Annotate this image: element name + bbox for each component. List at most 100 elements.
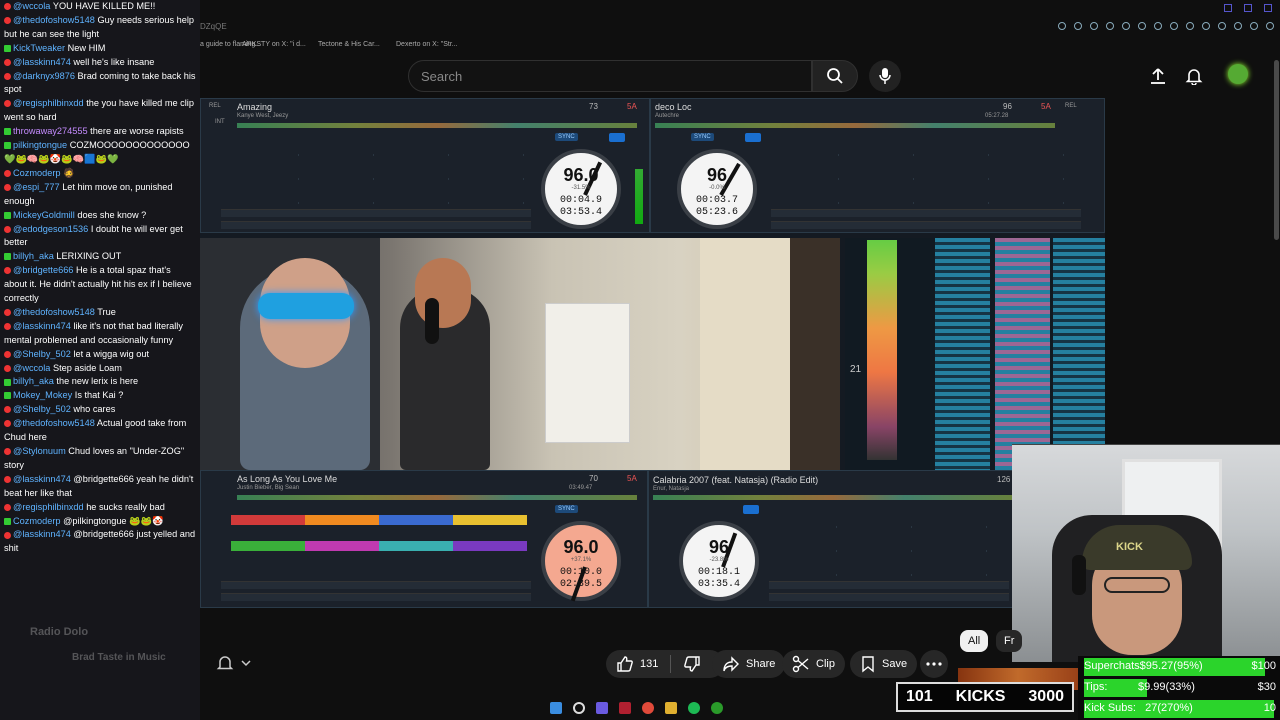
video-player[interactable]: REL INT Amazing Kanye West, Jeezy 73 5A …: [200, 98, 1105, 608]
notifications-button[interactable]: [1182, 64, 1206, 88]
deck-a-overview-waveform[interactable]: [237, 123, 637, 128]
like-dislike-group[interactable]: 131: [606, 650, 724, 678]
extension-icon[interactable]: [1218, 22, 1226, 30]
deck-c-jog-wheel[interactable]: 96.0 +37.1% 00:10.0 02:39.5: [541, 521, 621, 602]
deck-a-beatjump-bar[interactable]: [221, 221, 531, 229]
deck-d-beatjump-bar[interactable]: [769, 593, 1009, 601]
app-icon[interactable]: [619, 702, 631, 714]
deck-d-overview-waveform[interactable]: [653, 495, 1013, 500]
deck-d-loop-bar[interactable]: [769, 581, 1009, 589]
chat-username[interactable]: pilkingtongue: [13, 140, 67, 150]
chat-username[interactable]: @Stylonuum: [13, 446, 66, 456]
chat-username[interactable]: billyh_aka: [13, 376, 54, 386]
chat-username[interactable]: @edodgeson1536: [13, 224, 88, 234]
discord-icon[interactable]: [596, 702, 608, 714]
chat-username[interactable]: Cozmoderp: [13, 516, 61, 526]
chat-username[interactable]: @darknyx9876: [13, 71, 75, 81]
chat-username[interactable]: @wccola: [13, 1, 50, 11]
chat-username[interactable]: @lasskinn474: [13, 321, 71, 331]
chat-username[interactable]: @Shelby_502: [13, 404, 71, 414]
save-button[interactable]: Save: [850, 650, 918, 678]
extension-icon[interactable]: [1122, 22, 1130, 30]
search-icon[interactable]: [573, 702, 585, 714]
waveform-panel[interactable]: 21: [845, 238, 1105, 470]
search-button[interactable]: [812, 60, 858, 92]
chat-username[interactable]: @wccola: [13, 363, 50, 373]
deck-b-overview-waveform[interactable]: [655, 123, 1055, 128]
deck-d-play-button[interactable]: [743, 505, 759, 514]
deck-c-loop-bar[interactable]: [221, 581, 531, 589]
taskbar[interactable]: [550, 699, 723, 717]
chat-username[interactable]: @espi_777: [13, 182, 60, 192]
xbox-icon[interactable]: [711, 702, 723, 714]
deck-b-pads[interactable]: [771, 133, 1071, 205]
notification-bell-button[interactable]: [216, 654, 236, 674]
voice-search-button[interactable]: [869, 60, 901, 92]
chat-username[interactable]: @lasskinn474: [13, 57, 71, 67]
chrome-icon[interactable]: [642, 702, 654, 714]
extension-icon[interactable]: [1138, 22, 1146, 30]
close-icon[interactable]: [1264, 4, 1272, 12]
chat-username[interactable]: @thedofoshow5148: [13, 418, 95, 428]
extension-icon[interactable]: [1074, 22, 1082, 30]
thumbs-down-icon[interactable]: [683, 655, 701, 673]
deck-c-cue-row-1[interactable]: [231, 515, 527, 525]
chat-username[interactable]: KickTweaker: [13, 43, 65, 53]
spotify-icon[interactable]: [688, 702, 700, 714]
extension-icon[interactable]: [1106, 22, 1114, 30]
deck-b-beatjump-bar[interactable]: [771, 221, 1081, 229]
search-input[interactable]: Search: [408, 60, 812, 92]
extension-icon[interactable]: [1170, 22, 1178, 30]
deck-c-beatjump-bar[interactable]: [221, 593, 531, 601]
extension-icon[interactable]: [1250, 22, 1258, 30]
thumbs-up-icon[interactable]: [616, 655, 634, 673]
chat-username[interactable]: MickeyGoldmill: [13, 210, 75, 220]
deck-b-sync-button[interactable]: SYNC: [691, 133, 714, 141]
window-controls[interactable]: [1224, 4, 1272, 12]
extension-icon[interactable]: [1154, 22, 1162, 30]
deck-a-jog-wheel[interactable]: 96.0 -31.5% 00:04.9 03:53.4: [541, 149, 621, 229]
start-icon[interactable]: [550, 702, 562, 714]
chip-fr[interactable]: Fr: [996, 630, 1023, 652]
deck-c-cue-row-2[interactable]: [231, 541, 527, 551]
deck-a-play-button[interactable]: [609, 133, 625, 142]
chat-username[interactable]: @Shelby_502: [13, 349, 71, 359]
chat-username[interactable]: Cozmoderp: [13, 168, 61, 178]
url-fragment[interactable]: DZqQE: [200, 22, 227, 31]
chat-username[interactable]: billyh_aka: [13, 251, 54, 261]
deck-a-loop-bar[interactable]: [221, 209, 531, 217]
minimize-icon[interactable]: [1224, 4, 1232, 12]
deck-c-overview-waveform[interactable]: [237, 495, 637, 500]
deck-c-sync-button[interactable]: SYNC: [555, 505, 578, 513]
share-button[interactable]: Share: [712, 650, 786, 678]
bookmark-4[interactable]: Dexerto on X: "Str...: [396, 41, 458, 48]
chat-username[interactable]: @thedofoshow5148: [13, 307, 95, 317]
chevron-down-icon[interactable]: [240, 656, 254, 670]
deck-b-play-button[interactable]: [745, 133, 761, 142]
maximize-icon[interactable]: [1244, 4, 1252, 12]
chat-username[interactable]: throwaway274555: [13, 126, 88, 136]
extension-icon[interactable]: [1058, 22, 1066, 30]
chat-username[interactable]: @lasskinn474: [13, 529, 71, 539]
chat-username[interactable]: @regisphilbinxdd: [13, 98, 84, 108]
extension-icon[interactable]: [1186, 22, 1194, 30]
extension-icon[interactable]: [1234, 22, 1242, 30]
chat-username[interactable]: @thedofoshow5148: [13, 15, 95, 25]
chat-username[interactable]: @regisphilbinxdd: [13, 502, 84, 512]
bookmark-2[interactable]: ARKSTY on X: "i d...: [242, 41, 306, 48]
chat-username[interactable]: @lasskinn474: [13, 474, 71, 484]
chip-all[interactable]: All: [960, 630, 989, 652]
deck-b-loop-bar[interactable]: [771, 209, 1081, 217]
bookmark-3[interactable]: Tectone & His Car...: [318, 41, 380, 48]
upload-button[interactable]: [1146, 64, 1170, 88]
deck-a-pads[interactable]: [231, 133, 531, 205]
account-avatar[interactable]: [1228, 64, 1248, 84]
extension-icon[interactable]: [1266, 22, 1274, 30]
extension-icon[interactable]: [1090, 22, 1098, 30]
chat-username[interactable]: @bridgette666: [13, 265, 73, 275]
extension-icon[interactable]: [1202, 22, 1210, 30]
deck-b-jog-wheel[interactable]: 96 -0.0% 00:03.7 05:23.6: [677, 149, 757, 229]
more-actions-button[interactable]: [920, 650, 948, 678]
deck-a-sync-button[interactable]: SYNC: [555, 133, 578, 141]
extension-icons[interactable]: [1058, 22, 1274, 30]
